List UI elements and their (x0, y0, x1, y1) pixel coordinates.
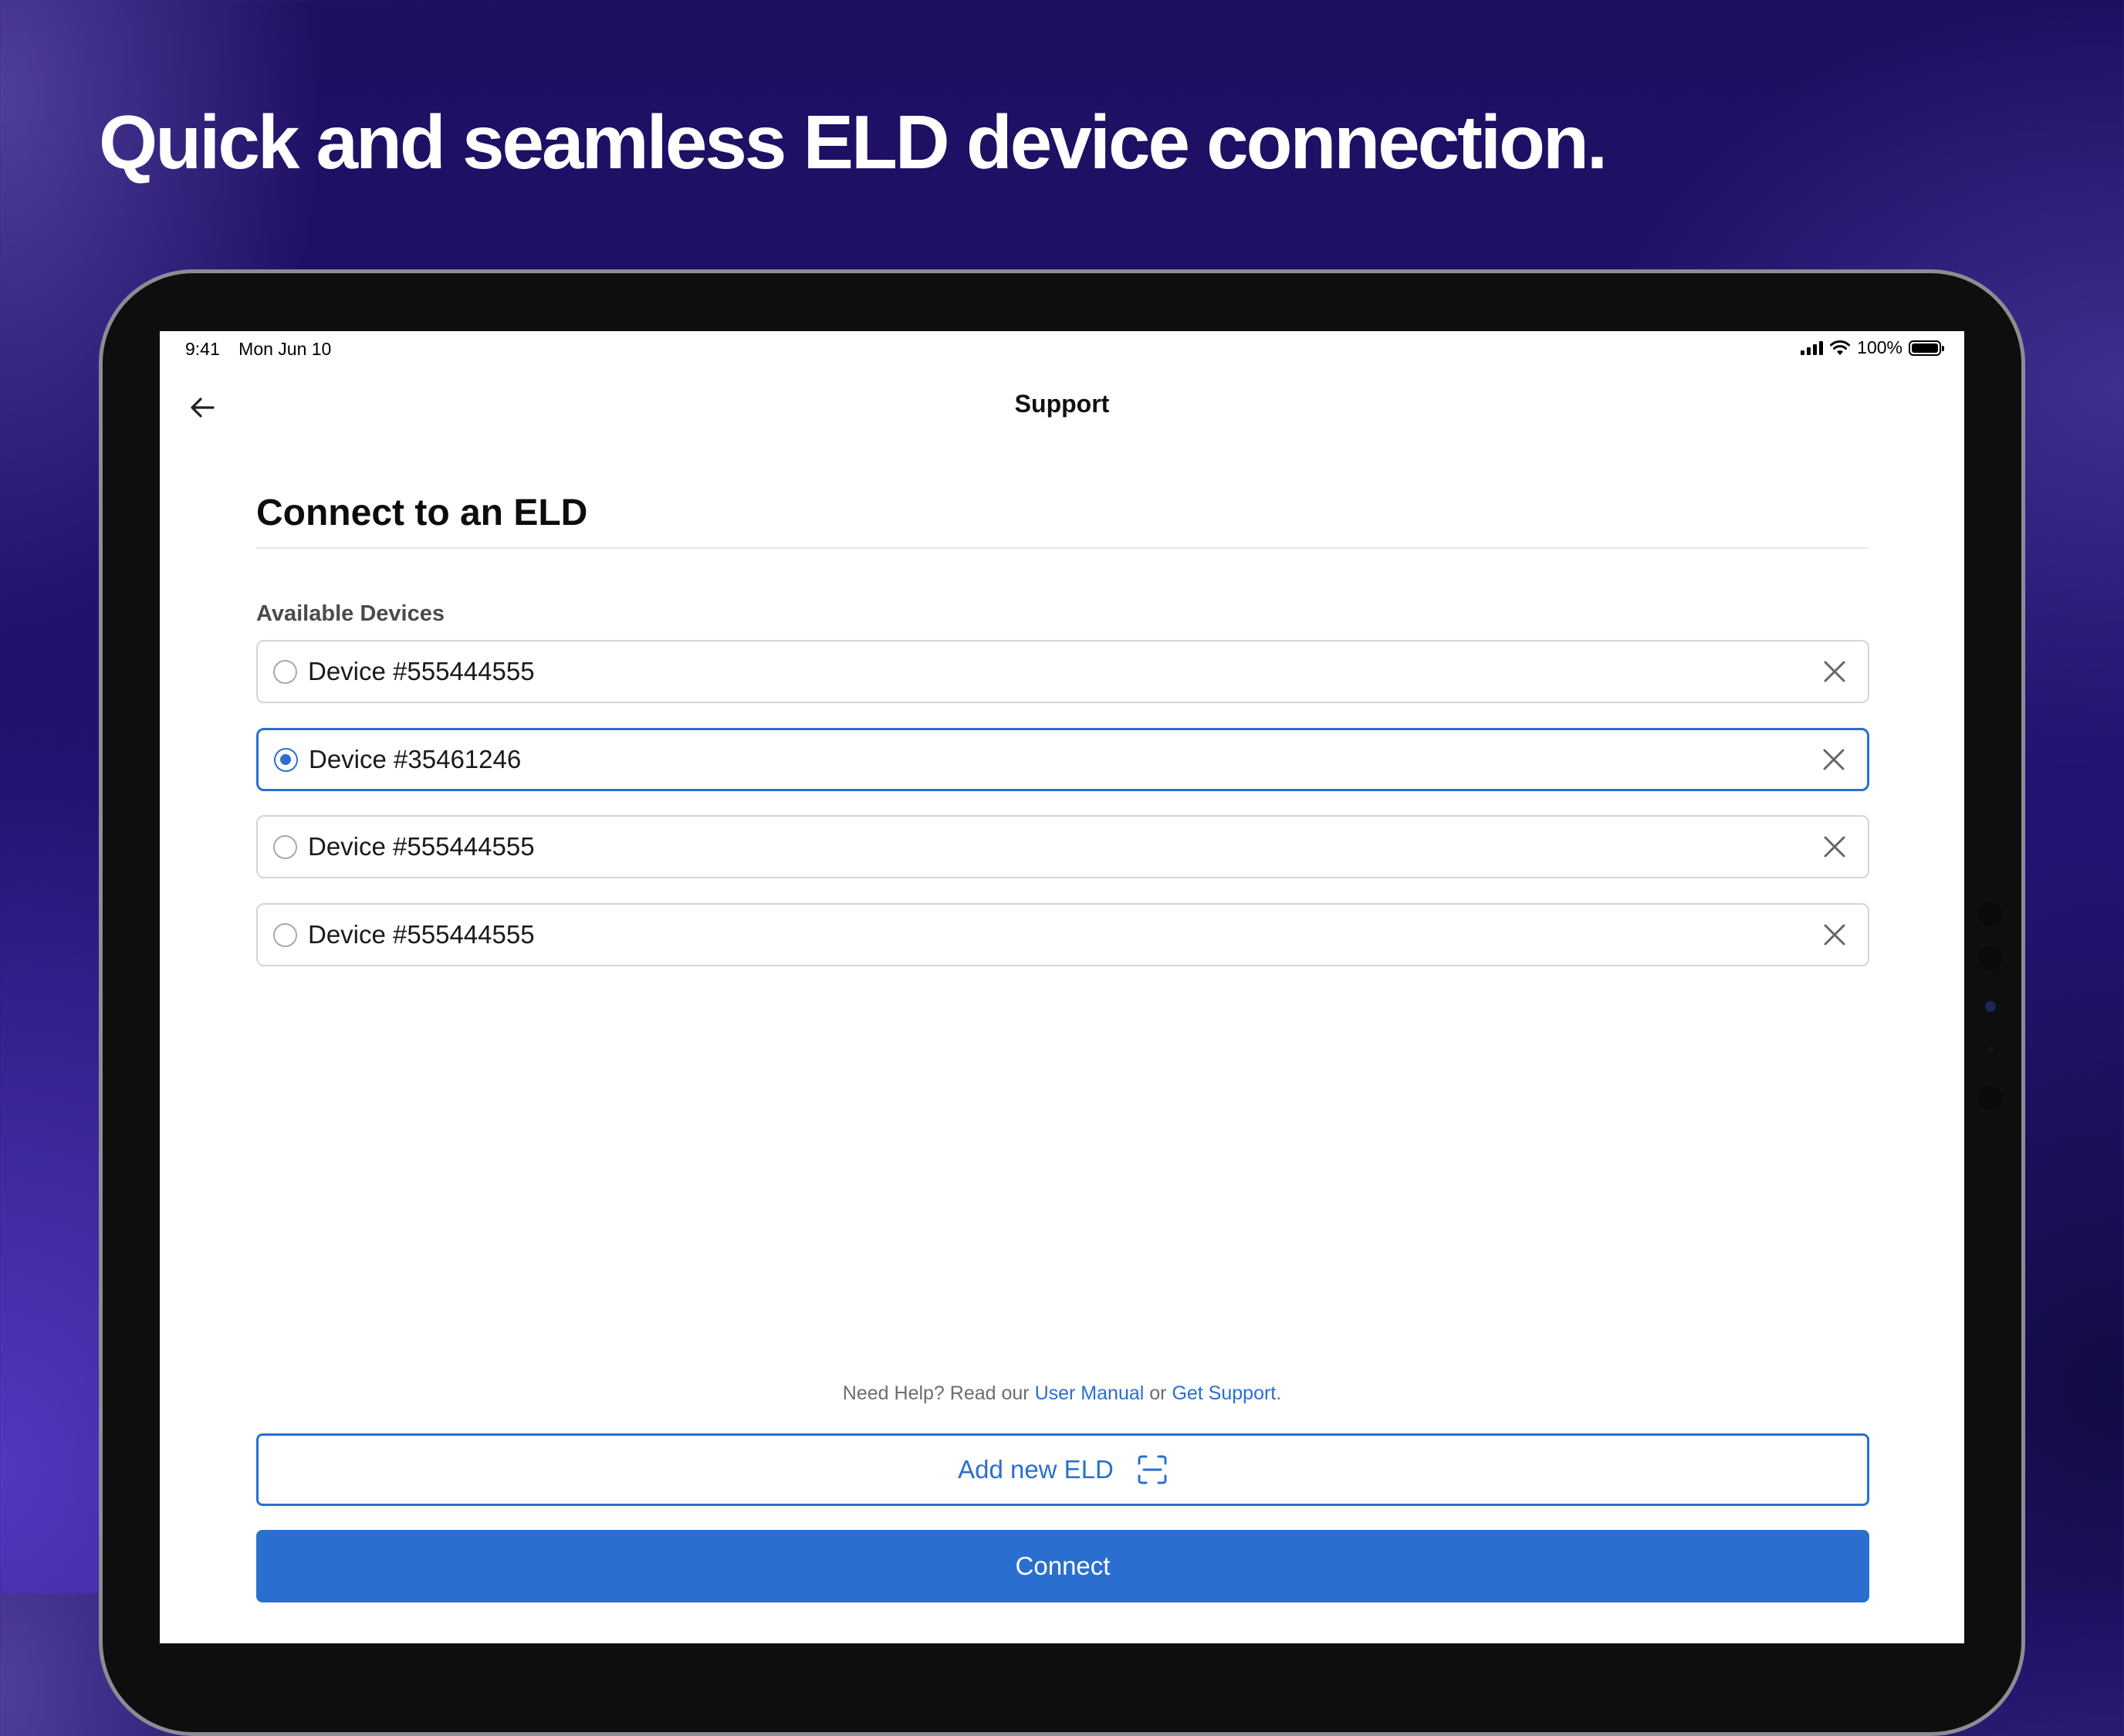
status-time: 9:41 (185, 339, 220, 359)
get-support-link[interactable]: Get Support (1172, 1382, 1276, 1404)
close-icon (1824, 924, 1845, 946)
radio-button[interactable] (273, 922, 297, 947)
close-icon (1824, 661, 1845, 682)
device-name: Device #555444555 (308, 657, 535, 685)
add-new-eld-button[interactable]: Add new ELD (256, 1433, 1869, 1506)
close-icon (1823, 749, 1845, 770)
remove-device-button[interactable] (1821, 922, 1848, 948)
status-date: Mon Jun 10 (238, 339, 332, 359)
user-manual-link[interactable]: User Manual (1035, 1382, 1145, 1404)
status-indicators: 100% (1801, 337, 1944, 358)
device-name: Device #35461246 (309, 745, 522, 773)
device-name: Device #555444555 (308, 832, 535, 861)
wifi-icon (1830, 340, 1851, 355)
sensor-dot (1985, 1001, 1996, 1012)
cellular-signal-icon (1801, 340, 1824, 355)
page-title: Connect to an ELD (256, 492, 588, 533)
status-time-date: 9:41 Mon Jun 10 (185, 339, 345, 360)
remove-device-button[interactable] (1821, 834, 1848, 860)
divider (256, 547, 1869, 549)
scan-icon (1138, 1455, 1167, 1484)
help-text: Need Help? Read our User Manual or Get S… (160, 1382, 1964, 1405)
help-middle: or (1144, 1382, 1172, 1404)
remove-device-button[interactable] (1821, 658, 1848, 685)
device-row-selected[interactable]: Device #35461246 (256, 728, 1869, 791)
connect-button[interactable]: Connect (256, 1530, 1869, 1602)
radio-button[interactable] (273, 659, 297, 684)
remove-device-button[interactable] (1821, 746, 1847, 773)
app-screen: 9:41 Mon Jun 10 100% Support Connect to … (160, 331, 1964, 1643)
help-prefix: Need Help? Read our (842, 1382, 1035, 1404)
device-name: Device #555444555 (308, 920, 535, 949)
battery-icon (1909, 340, 1944, 356)
sensor-dot (1987, 1047, 1994, 1053)
camera-lens (1979, 946, 2002, 970)
available-devices-label: Available Devices (256, 601, 445, 626)
add-new-eld-label: Add new ELD (958, 1455, 1114, 1484)
device-row[interactable]: Device #555444555 (256, 903, 1869, 966)
connect-label: Connect (1015, 1552, 1111, 1580)
close-icon (1824, 836, 1845, 858)
camera-lens (1979, 1086, 2002, 1109)
device-row[interactable]: Device #555444555 (256, 640, 1869, 703)
device-row[interactable]: Device #555444555 (256, 815, 1869, 878)
headline: Quick and seamless ELD device connection… (99, 100, 1608, 184)
radio-button[interactable] (273, 834, 297, 859)
camera-lens (1979, 903, 2002, 926)
radio-button-selected[interactable] (274, 747, 298, 772)
status-bar: 9:41 Mon Jun 10 100% (160, 331, 1964, 370)
battery-percent: 100% (1857, 337, 1902, 357)
nav-title: Support (1014, 390, 1110, 418)
help-suffix: . (1276, 1382, 1282, 1404)
